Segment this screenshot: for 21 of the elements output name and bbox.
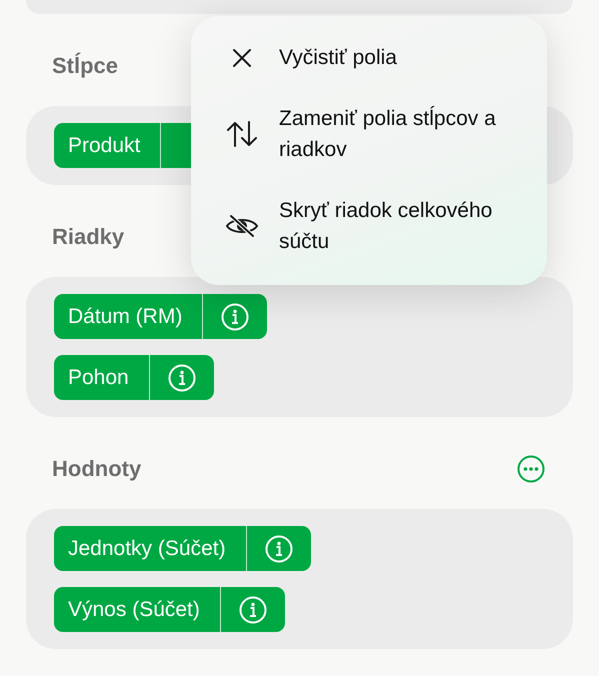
menu-item[interactable]: Vyčistiť polia [191,42,547,73]
field-pill[interactable]: Pohon [54,355,214,400]
field-label: Dátum (RM) [67,304,184,330]
field-label: Pohon [67,364,130,390]
info-icon [221,302,250,330]
field-pill[interactable]: Výnos (Súčet) [54,587,285,632]
section-title: Stĺpce [52,53,118,79]
info-icon [168,364,196,392]
info-icon [238,596,267,624]
more-icon[interactable] [517,455,545,483]
field-label: Produkt [67,132,142,158]
eye-slash-icon [225,214,259,238]
swap-arrows-icon [225,119,259,149]
section-title: Hodnoty [52,456,142,482]
menu-item[interactable]: Skryť riadok celkového súčtu [191,195,547,257]
field-pill[interactable]: Dátum (RM) [54,294,268,339]
field-pill[interactable]: Jednotky (Súčet) [54,526,311,571]
field-label: Jednotky (Súčet) [67,536,227,562]
field-label: Výnos (Súčet) [67,596,201,622]
info-icon [264,534,293,562]
section-title: Riadky [52,224,124,250]
